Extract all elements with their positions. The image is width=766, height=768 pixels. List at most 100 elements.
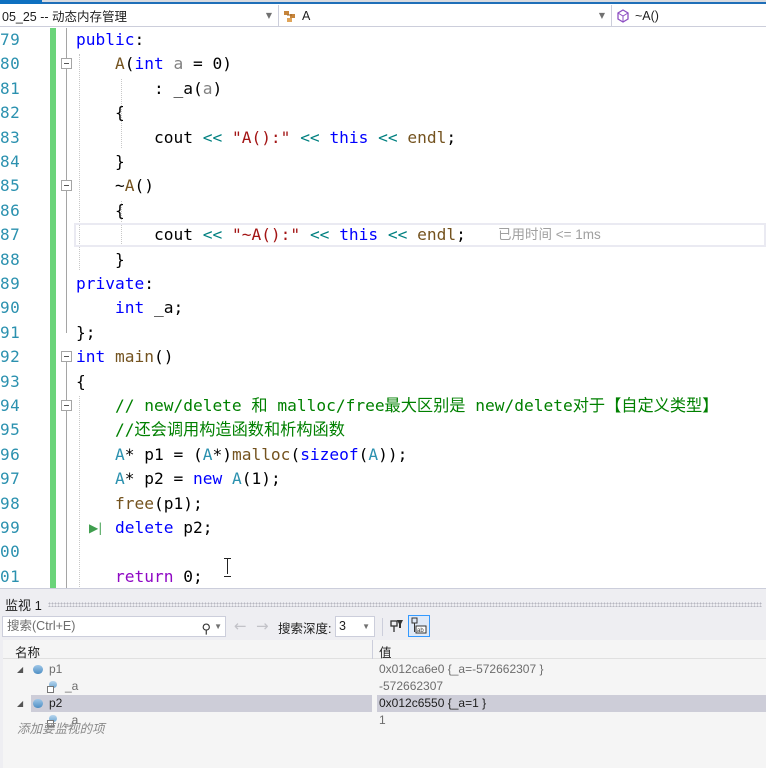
watch-row[interactable]: ◢ p1 0x012ca6e0 {_a=-572662307 } bbox=[3, 661, 766, 678]
code-text: A* p2 = new A(1); bbox=[76, 467, 281, 491]
code-line[interactable]: 88 } bbox=[0, 248, 766, 272]
watch-value-cell[interactable]: 0x012ca6e0 {_a=-572662307 } bbox=[377, 661, 766, 678]
code-line[interactable]: 97 A* p2 = new A(1); bbox=[0, 467, 766, 491]
pin-filter-icon[interactable] bbox=[390, 618, 404, 634]
code-line[interactable]: 80 A(int a = 0) bbox=[0, 52, 766, 76]
code-line[interactable]: 93 { bbox=[0, 370, 766, 394]
collapse-toggle-icon[interactable] bbox=[61, 58, 72, 70]
code-line[interactable]: 95 //还会调用构造函数和析构函数 bbox=[0, 418, 766, 442]
code-token: "A():" bbox=[231, 127, 291, 147]
code-token: this bbox=[329, 127, 369, 147]
expand-arrow-icon[interactable]: ◢ bbox=[17, 695, 23, 712]
code-token: ( bbox=[290, 444, 301, 464]
code-text: } bbox=[76, 150, 125, 174]
watch-value-cell[interactable]: 1 bbox=[377, 712, 766, 729]
class-icon bbox=[284, 10, 295, 22]
code-token: *) bbox=[212, 444, 232, 464]
line-number: 80 bbox=[0, 54, 21, 74]
line-number: 83 bbox=[0, 127, 21, 147]
code-line[interactable]: 94 // new/delete 和 malloc/free最大区别是 new/… bbox=[0, 394, 766, 418]
code-token: A bbox=[114, 54, 125, 74]
project-name: 05_25 -- 动态内存管理 bbox=[2, 10, 128, 24]
line-number: 01 bbox=[0, 566, 21, 586]
project-dropdown[interactable]: 05_25 -- 动态内存管理 ▼ bbox=[0, 5, 279, 26]
line-number: 82 bbox=[0, 103, 21, 123]
code-token: malloc bbox=[231, 444, 291, 464]
code-token: a bbox=[173, 54, 184, 74]
code-line[interactable]: 92 int main() bbox=[0, 345, 766, 369]
collapse-toggle-icon[interactable] bbox=[61, 180, 72, 192]
code-line[interactable]: 85 ~A() bbox=[0, 174, 766, 198]
code-line[interactable]: 83 cout << "A():" << this << endl; bbox=[0, 126, 766, 150]
code-token: delete bbox=[114, 518, 174, 537]
member-scope-dropdown[interactable]: ~A() bbox=[612, 5, 766, 26]
code-line[interactable]: 99 ▶| delete p2; bbox=[0, 516, 766, 540]
code-token: endl bbox=[417, 225, 457, 245]
code-text: free(p1); bbox=[76, 492, 203, 516]
watch-name-cell[interactable]: _a bbox=[47, 678, 388, 695]
code-token: A bbox=[231, 469, 242, 489]
code-line[interactable]: 79 public: bbox=[0, 28, 766, 52]
search-back-arrow-icon[interactable]: ← bbox=[234, 617, 247, 635]
column-header-value[interactable]: 值 bbox=[379, 642, 392, 661]
watch-row[interactable]: _a 1 bbox=[3, 712, 766, 729]
watch-variable-name: p2 bbox=[49, 696, 63, 710]
code-line[interactable]: 91}; bbox=[0, 321, 766, 345]
collapse-toggle-icon[interactable] bbox=[61, 351, 72, 363]
code-line[interactable]: 86 { bbox=[0, 199, 766, 223]
code-token: << bbox=[202, 127, 223, 147]
watch-row[interactable]: ◢ p2 0x012c6550 {_a=1 } bbox=[3, 695, 766, 712]
perf-tip[interactable]: 已用时间 <= 1ms bbox=[498, 223, 601, 247]
code-line[interactable]: 81 : _a(a) bbox=[0, 77, 766, 101]
column-resize-handle[interactable] bbox=[372, 640, 373, 659]
line-number: 92 bbox=[0, 347, 21, 367]
code-line[interactable]: 90 int _a; bbox=[0, 296, 766, 320]
line-number: 96 bbox=[0, 444, 21, 464]
column-header-name[interactable]: 名称 bbox=[15, 642, 40, 661]
search-icon[interactable]: ⚲ bbox=[201, 619, 211, 638]
add-watch-item-hint[interactable]: 添加要监视的项 bbox=[17, 718, 105, 737]
search-forward-arrow-icon[interactable]: → bbox=[256, 617, 269, 635]
navigation-bar: 05_25 -- 动态内存管理 ▼ A ▼ ~A() bbox=[0, 5, 766, 27]
panel-drag-grip[interactable] bbox=[48, 602, 762, 607]
code-token: * p1 = ( bbox=[124, 444, 203, 464]
code-token: a bbox=[202, 78, 213, 98]
method-icon bbox=[617, 8, 629, 23]
expand-arrow-icon[interactable]: ◢ bbox=[17, 661, 23, 678]
watch-value-cell[interactable]: -572662307 bbox=[377, 678, 766, 695]
code-line[interactable]: 89 private: bbox=[0, 272, 766, 296]
hexadecimal-display-toggle[interactable]: ab bbox=[408, 615, 430, 637]
code-token: int bbox=[76, 347, 106, 367]
code-line[interactable]: 00 bbox=[0, 540, 766, 564]
watch-panel-title: 监视 1 bbox=[5, 598, 42, 613]
class-scope-dropdown[interactable]: A ▼ bbox=[279, 5, 612, 26]
watch-name-cell[interactable]: ◢ p2 bbox=[17, 695, 372, 712]
code-line[interactable]: 84 } bbox=[0, 150, 766, 174]
chevron-down-icon[interactable]: ▼ bbox=[214, 619, 222, 634]
watch-value-cell[interactable]: 0x012c6550 {_a=1 } bbox=[377, 695, 766, 712]
line-number: 81 bbox=[0, 78, 21, 98]
code-line[interactable]: 01 return 0; bbox=[0, 565, 766, 588]
watch-row[interactable]: _a -572662307 bbox=[3, 678, 766, 695]
code-token: << bbox=[309, 225, 330, 245]
text-cursor-icon bbox=[224, 558, 232, 577]
code-line[interactable]: 98 free(p1); bbox=[0, 492, 766, 516]
code-line[interactable]: 82 { bbox=[0, 101, 766, 125]
watch-search-input[interactable]: 搜索(Ctrl+E) ⚲ ▼ bbox=[2, 616, 226, 637]
line-number: 88 bbox=[0, 249, 21, 269]
code-line[interactable]: 87 cout << "~A():" << this << endl; 已用时间 … bbox=[0, 223, 766, 248]
code-text: return 0; bbox=[76, 565, 203, 588]
watch-name-cell[interactable]: ◢ p1 bbox=[17, 661, 372, 678]
code-token: << bbox=[202, 225, 223, 245]
code-token: (1); bbox=[241, 469, 281, 489]
code-editor[interactable]: 79 public: 80 A(int a = 0) 81 : _a(a) 82 {83… bbox=[0, 28, 766, 588]
search-depth-select[interactable]: 3 ▼ bbox=[335, 616, 375, 637]
code-line[interactable]: 96 A* p1 = (A*)malloc(sizeof(A)); bbox=[0, 443, 766, 467]
collapse-toggle-icon[interactable] bbox=[61, 400, 72, 411]
code-token: { bbox=[76, 103, 125, 123]
toolbar-separator bbox=[382, 618, 383, 636]
